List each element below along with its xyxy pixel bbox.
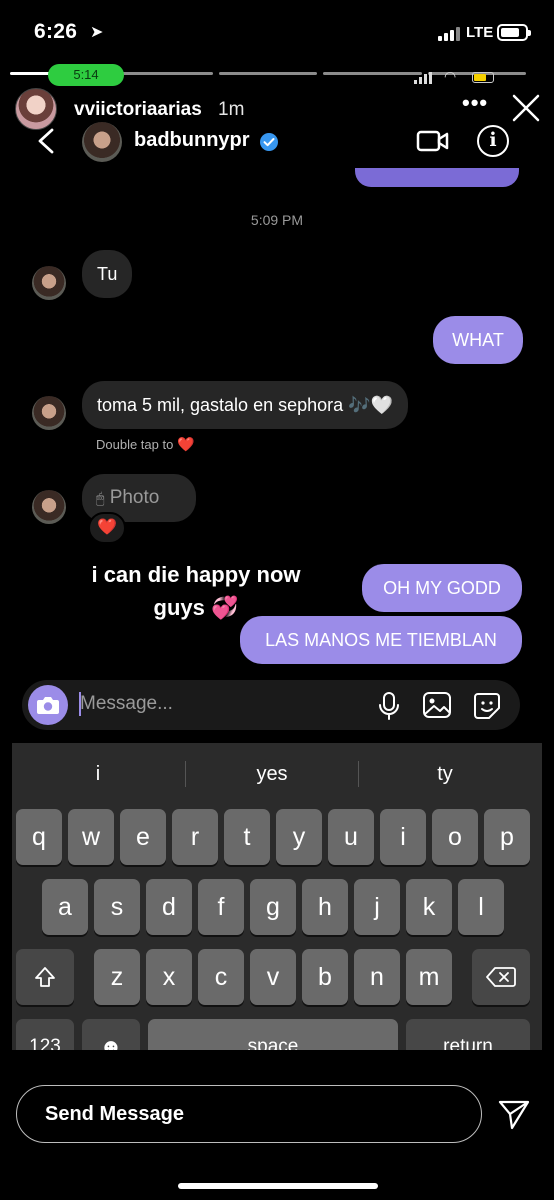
key-e[interactable]: e — [120, 809, 166, 865]
incoming-message-toma[interactable]: toma 5 mil, gastalo en sephora 🎶🤍 — [82, 381, 408, 429]
suggestion-2[interactable]: yes — [186, 757, 358, 791]
heart-reaction-badge[interactable]: ❤️ — [88, 512, 126, 544]
caption-line-2-text: guys — [153, 595, 205, 620]
info-icon[interactable]: i — [477, 125, 509, 157]
message-sender-avatar[interactable] — [32, 266, 66, 300]
return-key[interactable]: return — [406, 1019, 530, 1050]
status-bar: 6:26 ➤ LTE — [0, 0, 554, 68]
story-username[interactable]: vviictoriaarias — [74, 99, 202, 121]
shift-key[interactable] — [16, 949, 74, 1005]
key-v[interactable]: v — [250, 949, 296, 1005]
caption-hearts-emoji: 💞 — [211, 595, 239, 620]
previous-outgoing-bubble — [355, 168, 519, 187]
caption-line-2: guys 💞 — [64, 591, 328, 624]
key-a[interactable]: a — [42, 879, 88, 935]
key-i[interactable]: i — [380, 809, 426, 865]
message-composer[interactable]: Message... — [22, 680, 520, 730]
key-l[interactable]: l — [458, 879, 504, 935]
key-y[interactable]: y — [276, 809, 322, 865]
message-timestamp: 5:09 PM — [250, 212, 304, 228]
key-o[interactable]: o — [432, 809, 478, 865]
key-q[interactable]: q — [16, 809, 62, 865]
microphone-icon[interactable] — [378, 691, 400, 721]
emoji-key[interactable]: ☻ — [82, 1019, 140, 1050]
close-icon[interactable] — [510, 92, 542, 124]
inner-status-icons: ◠ — [414, 68, 504, 84]
backspace-icon — [486, 967, 516, 987]
keyboard-suggestions: i yes ty — [12, 757, 542, 791]
key-h[interactable]: h — [302, 879, 348, 935]
more-icon[interactable]: ••• — [462, 90, 488, 116]
photo-label: Photo — [109, 487, 160, 508]
inner-battery-icon — [472, 72, 494, 83]
story-caption: i can die happy now guys 💞 — [64, 558, 328, 624]
message-sender-avatar[interactable] — [32, 490, 66, 524]
key-x[interactable]: x — [146, 949, 192, 1005]
key-b[interactable]: b — [302, 949, 348, 1005]
camera-button[interactable] — [28, 685, 68, 725]
story-age: 1m — [218, 99, 245, 120]
incoming-message-tu[interactable]: Tu — [82, 250, 133, 298]
camera-icon — [37, 697, 59, 714]
inner-signal-icon — [414, 72, 432, 84]
caption-line-1: i can die happy now — [91, 562, 301, 587]
battery-icon — [497, 24, 531, 41]
key-r[interactable]: r — [172, 809, 218, 865]
home-indicator[interactable] — [178, 1183, 378, 1189]
back-arrow-icon[interactable] — [34, 126, 58, 156]
heart-icon: ❤️ — [176, 436, 195, 452]
send-message-input[interactable]: Send Message — [16, 1085, 482, 1143]
send-message-label: Send Message — [45, 1103, 184, 1125]
key-s[interactable]: s — [94, 879, 140, 935]
delete-key[interactable] — [472, 949, 530, 1005]
key-f[interactable]: f — [198, 879, 244, 935]
keyboard: i yes ty q w e r t y u i o p a s d f g h… — [12, 743, 542, 1050]
message-input[interactable]: Message... — [80, 693, 173, 715]
key-k[interactable]: k — [406, 879, 452, 935]
key-d[interactable]: d — [146, 879, 192, 935]
key-p[interactable]: p — [484, 809, 530, 865]
key-c[interactable]: c — [198, 949, 244, 1005]
story-author-avatar[interactable] — [15, 88, 57, 130]
photo-icon: 🖱 — [96, 490, 105, 506]
video-call-icon[interactable] — [416, 127, 450, 155]
message-sender-avatar[interactable] — [32, 396, 66, 430]
inner-status-time: 5:14 — [48, 64, 124, 86]
dm-contact-avatar[interactable] — [82, 122, 122, 162]
key-w[interactable]: w — [68, 809, 114, 865]
verified-badge-icon — [260, 133, 278, 151]
status-time: 6:26 — [34, 20, 78, 43]
key-z[interactable]: z — [94, 949, 140, 1005]
wifi-icon: ◠ — [444, 68, 457, 84]
sticker-icon[interactable] — [472, 691, 502, 721]
key-n[interactable]: n — [354, 949, 400, 1005]
double-tap-text: Double tap to — [96, 437, 174, 452]
dm-contact-name[interactable]: badbunnypr — [134, 129, 250, 152]
network-type: LTE — [466, 24, 494, 41]
key-m[interactable]: m — [406, 949, 452, 1005]
cell-signal-icon — [438, 27, 460, 41]
key-t[interactable]: t — [224, 809, 270, 865]
outgoing-message-what[interactable]: WHAT — [433, 316, 523, 364]
numbers-key[interactable]: 123 — [16, 1019, 74, 1050]
location-arrow-icon: ➤ — [90, 24, 104, 41]
suggestion-1[interactable]: i — [12, 757, 184, 791]
gallery-icon[interactable] — [422, 691, 452, 719]
double-tap-hint: Double tap to ❤️ — [96, 436, 194, 453]
space-key[interactable]: space — [148, 1019, 398, 1050]
shift-icon — [35, 967, 55, 987]
key-u[interactable]: u — [328, 809, 374, 865]
outgoing-message-oh-my-godd[interactable]: OH MY GODD — [362, 564, 522, 612]
key-g[interactable]: g — [250, 879, 296, 935]
suggestion-3[interactable]: ty — [359, 757, 531, 791]
key-j[interactable]: j — [354, 879, 400, 935]
send-icon[interactable] — [497, 1097, 531, 1131]
